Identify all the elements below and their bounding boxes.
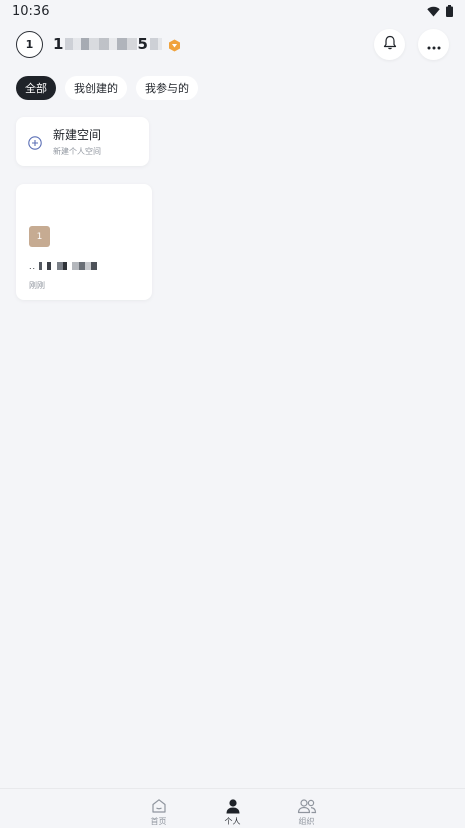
- vip-hexagon-icon: [168, 38, 181, 51]
- header: 1 1 5: [0, 28, 465, 60]
- notification-button[interactable]: [374, 28, 405, 60]
- nav-personal[interactable]: 个人: [221, 798, 245, 828]
- nav-organization[interactable]: 组织: [295, 798, 319, 828]
- user-name-mosaic: [65, 38, 138, 50]
- more-button[interactable]: [418, 28, 449, 60]
- new-space-subtitle: 新建个人空间: [53, 147, 101, 156]
- status-icons: [427, 5, 453, 17]
- battery-icon: [446, 5, 453, 17]
- header-actions: [374, 28, 449, 60]
- user-name-visible: 1: [53, 35, 64, 53]
- wifi-icon: [427, 6, 440, 17]
- space-card[interactable]: 1 .. 刚刚: [16, 184, 152, 300]
- tab-joined[interactable]: 我参与的: [136, 76, 198, 100]
- nav-organization-label: 组织: [298, 817, 315, 826]
- person-icon: [225, 798, 241, 814]
- avatar[interactable]: 1: [16, 30, 43, 58]
- user-name-tail: 5: [137, 35, 148, 53]
- more-icon: [427, 35, 441, 54]
- space-time: 刚刚: [29, 281, 45, 290]
- tab-created-by-me[interactable]: 我创建的: [65, 76, 127, 100]
- plus-circle-icon: [28, 135, 42, 150]
- group-icon: [297, 798, 317, 814]
- bottom-nav: 首页 个人 组织: [0, 788, 465, 828]
- nav-personal-label: 个人: [224, 817, 241, 826]
- nav-home[interactable]: 首页: [147, 798, 171, 828]
- user-name-mosaic-end: [149, 38, 162, 50]
- nav-home-label: 首页: [150, 817, 167, 826]
- space-name-mosaic: [39, 262, 98, 270]
- user-name: 1 5: [53, 35, 181, 53]
- new-space-button[interactable]: 新建空间 新建个人空间: [16, 117, 149, 166]
- new-space-text: 新建空间 新建个人空间: [53, 126, 101, 157]
- new-space-title: 新建空间: [53, 128, 102, 142]
- status-bar: 10:36: [0, 0, 465, 22]
- space-thumbnail: 1: [29, 226, 50, 247]
- tab-all[interactable]: 全部: [16, 76, 56, 100]
- status-time: 10:36: [12, 3, 50, 19]
- space-name: ..: [29, 261, 98, 271]
- space-name-prefix: ..: [29, 261, 37, 271]
- home-icon: [151, 798, 167, 814]
- bell-icon: [383, 35, 397, 54]
- filter-tabs: 全部 我创建的 我参与的: [16, 76, 198, 100]
